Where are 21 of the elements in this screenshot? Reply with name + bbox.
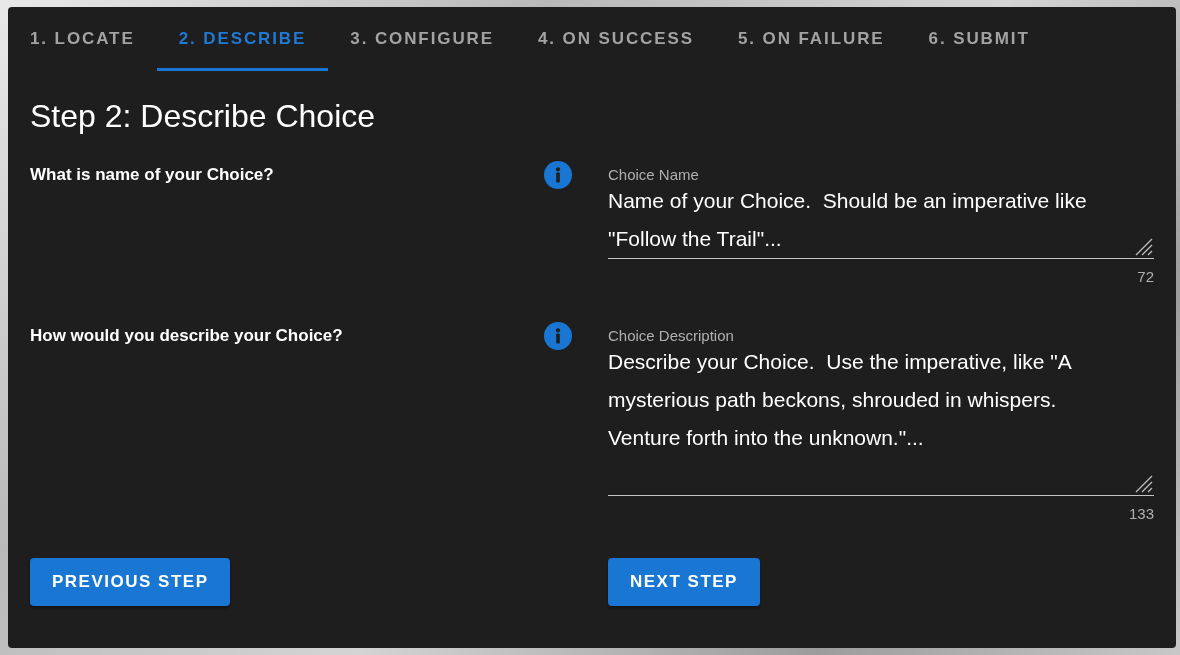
step-tab[interactable]: 6. SUBMIT bbox=[906, 7, 1052, 71]
step-tab[interactable]: 4. ON SUCCESS bbox=[516, 7, 716, 71]
page-heading: Step 2: Describe Choice bbox=[30, 97, 377, 135]
info-icon[interactable] bbox=[544, 322, 572, 350]
step-tab[interactable]: 1. LOCATE bbox=[8, 7, 157, 71]
question-label: How would you describe your Choice? bbox=[30, 326, 343, 346]
resize-handle-icon[interactable] bbox=[1133, 473, 1153, 493]
text-area-field[interactable]: Describe your Choice. Use the imperative, like "A mysterious path beckons, shrouded in whispers. Venture forth into the unknown."... bbox=[608, 343, 1154, 496]
field-label: Choice Name bbox=[608, 168, 700, 182]
character-counter: 133 bbox=[1127, 504, 1154, 524]
info-icon[interactable] bbox=[544, 161, 572, 189]
step-tab[interactable]: 5. ON FAILURE bbox=[716, 7, 907, 71]
step-button[interactable]: PREVIOUS STEP bbox=[30, 558, 231, 606]
step-tab[interactable]: 2. DESCRIBE bbox=[156, 7, 329, 71]
question-label: What is name of your Choice? bbox=[30, 165, 274, 185]
resize-handle-icon[interactable] bbox=[1133, 236, 1153, 256]
character-counter: 72 bbox=[1136, 267, 1154, 287]
text-area-field[interactable]: Name of your Choice. Should be an imperative like "Follow the Trail"... bbox=[608, 182, 1154, 259]
step-tab[interactable]: 3. CONFIGURE bbox=[328, 7, 516, 71]
field-label: Choice Description bbox=[608, 329, 735, 343]
step-button[interactable]: NEXT STEP bbox=[608, 558, 760, 606]
